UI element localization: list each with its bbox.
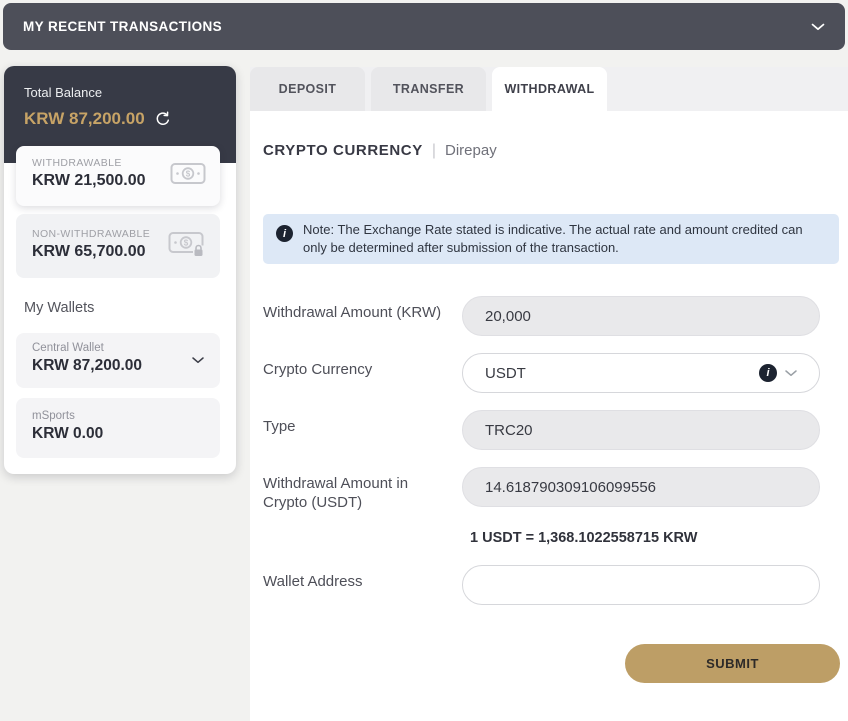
info-icon: i — [276, 225, 293, 242]
exchange-rate-text: 1 USDT = 1,368.1022558715 KRW — [470, 530, 840, 546]
banknote-icon: $ — [170, 162, 206, 191]
section-title-divider: | — [432, 142, 436, 160]
wallet-name: mSports — [32, 410, 206, 422]
my-wallets-heading: My Wallets — [24, 300, 94, 316]
transactions-main-panel: DEPOSIT TRANSFER WITHDRAWAL CRYPTO CURRE… — [250, 67, 848, 721]
balance-sidebar: Total Balance KRW 87,200.00 WITHDRAWABLE… — [4, 66, 236, 474]
tab-withdrawal[interactable]: WITHDRAWAL — [492, 67, 607, 111]
wallet-card-central[interactable]: Central Wallet KRW 87,200.00 — [16, 333, 220, 388]
tab-transfer[interactable]: TRANSFER — [371, 67, 486, 111]
wallet-address-label: Wallet Address — [263, 565, 462, 605]
withdrawal-amount-label: Withdrawal Amount (KRW) — [263, 296, 462, 336]
withdrawable-card: WITHDRAWABLE KRW 21,500.00 $ — [16, 146, 220, 206]
recent-transactions-header[interactable]: MY RECENT TRANSACTIONS — [3, 3, 845, 50]
chevron-down-icon[interactable] — [192, 357, 204, 364]
wallet-card-msports[interactable]: mSports KRW 0.00 — [16, 398, 220, 458]
wallet-address-input[interactable] — [462, 565, 820, 605]
chevron-down-icon[interactable] — [785, 370, 797, 377]
section-title-provider: Direpay — [445, 142, 497, 159]
crypto-amount-label: Withdrawal Amount in Crypto (USDT) — [263, 467, 462, 512]
type-label: Type — [263, 410, 462, 450]
banknote-lock-icon: $ — [168, 230, 206, 263]
non-withdrawable-card: NON-WITHDRAWABLE KRW 65,700.00 $ — [16, 214, 220, 278]
header-title: MY RECENT TRANSACTIONS — [23, 19, 222, 34]
crypto-amount-input — [462, 467, 820, 507]
submit-button[interactable]: SUBMIT — [625, 644, 840, 683]
info-icon[interactable]: i — [759, 364, 777, 382]
wallet-value: KRW 0.00 — [32, 425, 206, 443]
chevron-down-icon[interactable] — [811, 23, 825, 31]
type-input — [462, 410, 820, 450]
tab-deposit[interactable]: DEPOSIT — [250, 67, 365, 111]
section-title-main: CRYPTO CURRENCY — [263, 142, 423, 159]
total-balance-value: KRW 87,200.00 — [24, 109, 145, 129]
refresh-icon[interactable] — [155, 111, 171, 127]
total-balance-label: Total Balance — [24, 85, 216, 100]
svg-text:$: $ — [186, 170, 191, 179]
wallet-name: Central Wallet — [32, 342, 206, 354]
exchange-rate-note: i Note: The Exchange Rate stated is indi… — [263, 214, 839, 264]
withdrawal-amount-input — [462, 296, 820, 336]
note-text: Note: The Exchange Rate stated is indica… — [303, 221, 825, 257]
section-title: CRYPTO CURRENCY | Direpay — [263, 142, 840, 162]
tab-strip: DEPOSIT TRANSFER WITHDRAWAL — [250, 67, 848, 111]
svg-text:$: $ — [184, 239, 189, 248]
crypto-currency-label: Crypto Currency — [263, 353, 462, 393]
crypto-currency-value: USDT — [485, 365, 526, 382]
wallet-value: KRW 87,200.00 — [32, 357, 206, 375]
crypto-currency-select[interactable]: USDT i — [462, 353, 820, 393]
